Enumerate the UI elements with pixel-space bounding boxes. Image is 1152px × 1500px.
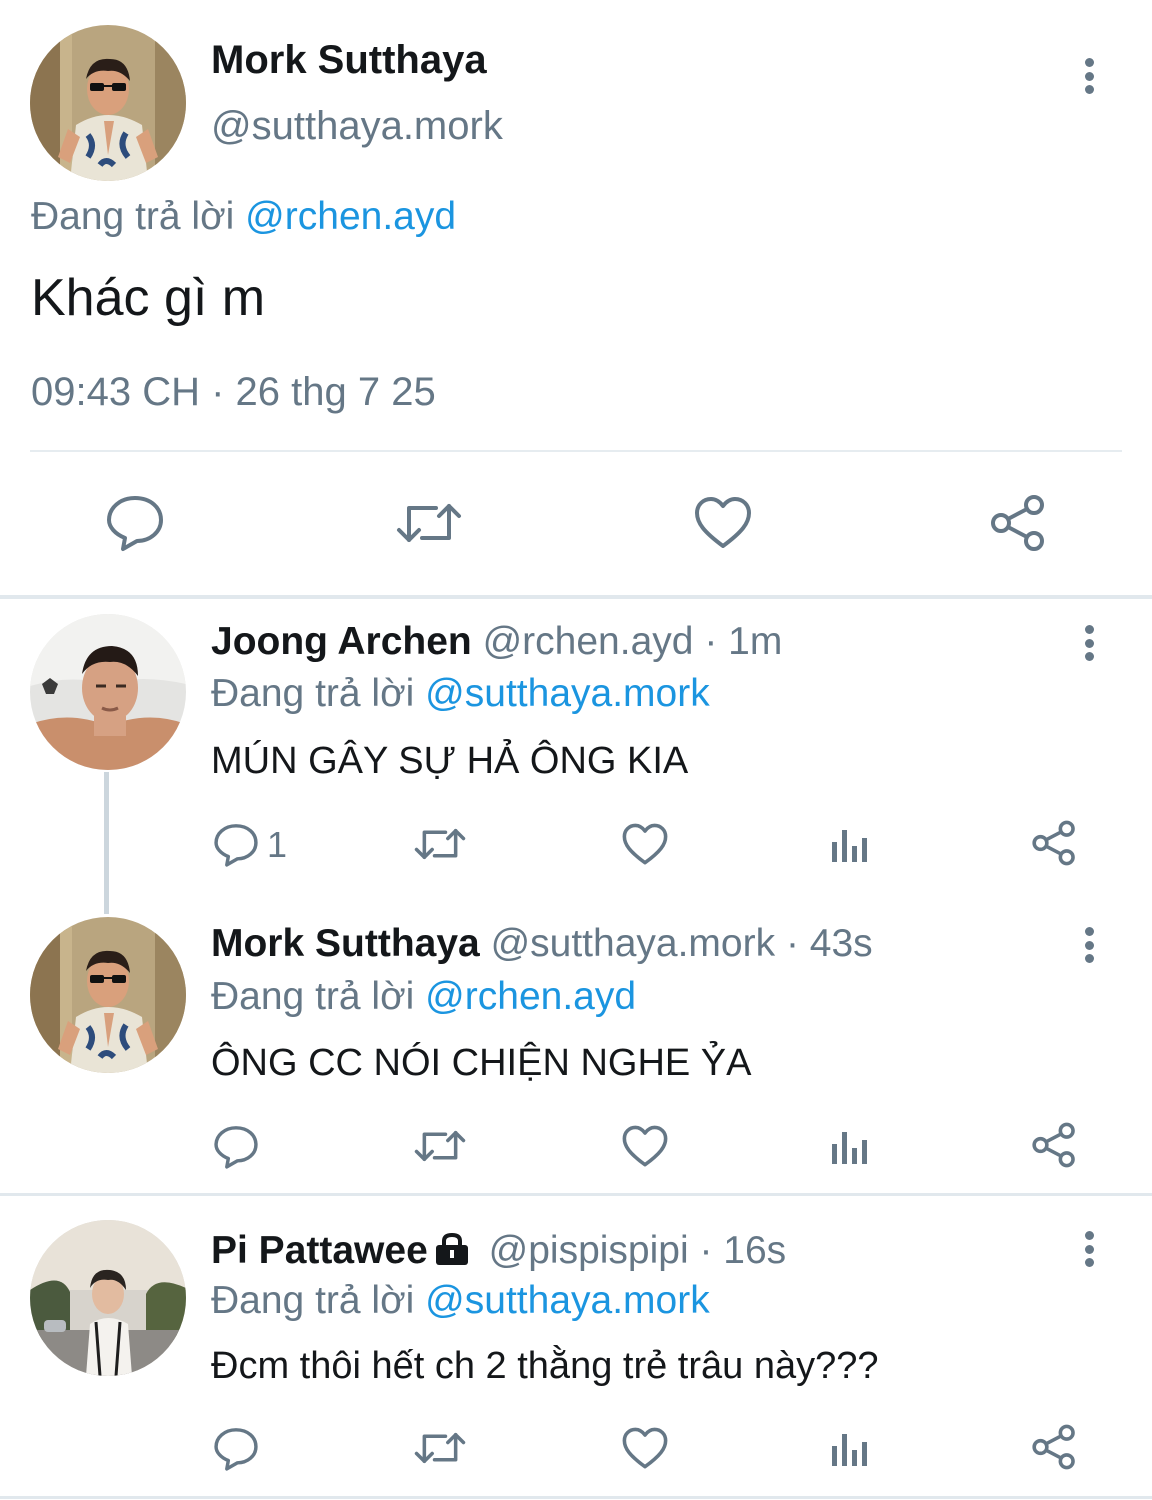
replying-prefix: Đang trả lời xyxy=(211,672,415,715)
share-icon xyxy=(1032,1424,1075,1470)
reply-time: · 43s xyxy=(785,922,873,965)
share-icon xyxy=(1032,1122,1075,1168)
like-button[interactable] xyxy=(622,823,668,866)
author-handle[interactable]: @sutthaya.mork xyxy=(211,104,503,149)
reply-header: Mork Sutthaya @sutthaya.mork · 43s xyxy=(211,922,873,966)
replying-to: Đang trả lời @sutthaya.mork xyxy=(211,672,710,716)
more-options-icon[interactable] xyxy=(1074,923,1104,967)
share-icon xyxy=(991,495,1044,551)
tweet-timestamp[interactable]: 09:43 CH · 26 thg 7 25 xyxy=(31,370,436,415)
retweet-button[interactable] xyxy=(396,500,462,546)
lock-icon xyxy=(435,1232,468,1265)
replying-to: Đang trả lời @sutthaya.mork xyxy=(211,1279,710,1323)
more-options-icon[interactable] xyxy=(1074,54,1104,98)
reply-icon xyxy=(214,824,258,867)
reply-icon xyxy=(107,496,163,551)
heart-icon xyxy=(622,1125,668,1167)
thread-connector xyxy=(104,772,109,914)
reply-count: 1 xyxy=(267,824,288,865)
mention-link[interactable]: @sutthaya.mork xyxy=(425,672,710,715)
heart-icon xyxy=(622,1427,668,1469)
author-handle[interactable]: @rchen.ayd xyxy=(483,620,694,663)
replying-to: Đang trả lời @rchen.ayd xyxy=(31,195,456,239)
reply-button[interactable]: 1 xyxy=(213,822,287,868)
retweet-icon xyxy=(414,1432,466,1464)
main-tweet: Mork Sutthaya @sutthaya.mork Đang trả lờ… xyxy=(0,0,1152,596)
author-name[interactable]: Joong Archen xyxy=(211,620,472,663)
analytics-icon xyxy=(832,1132,867,1164)
replying-prefix: Đang trả lời xyxy=(31,195,235,238)
share-button[interactable] xyxy=(1031,1122,1077,1168)
analytics-button[interactable] xyxy=(829,1128,869,1166)
mention-link[interactable]: @sutthaya.mork xyxy=(425,1279,710,1322)
analytics-button[interactable] xyxy=(829,826,869,864)
retweet-button[interactable] xyxy=(414,1430,466,1466)
analytics-icon xyxy=(832,830,867,862)
share-button[interactable] xyxy=(989,494,1047,552)
reply-button[interactable] xyxy=(105,494,165,552)
reply-button[interactable] xyxy=(213,1124,259,1170)
author-name[interactable]: Pi Pattawee xyxy=(211,1229,428,1272)
analytics-icon xyxy=(832,1434,867,1466)
section-separator xyxy=(0,595,1152,599)
author-handle[interactable]: @sutthaya.mork xyxy=(491,922,776,965)
replying-prefix: Đang trả lời xyxy=(211,1279,415,1322)
avatar-mork[interactable] xyxy=(30,25,186,181)
reply-header: Joong Archen @rchen.ayd · 1m xyxy=(211,620,782,664)
reply-button[interactable] xyxy=(213,1426,259,1472)
more-options-icon[interactable] xyxy=(1074,1227,1104,1271)
retweet-icon xyxy=(414,1130,466,1162)
reply-time: · 16s xyxy=(699,1229,787,1272)
reply-text: MÚN GÂY SỰ HẢ ÔNG KIA xyxy=(211,740,689,782)
heart-icon xyxy=(622,823,668,865)
section-separator xyxy=(0,1193,1152,1196)
like-button[interactable] xyxy=(694,496,752,550)
avatar-mork[interactable] xyxy=(30,917,186,1073)
like-button[interactable] xyxy=(622,1125,668,1168)
avatar-pi[interactable] xyxy=(30,1220,186,1376)
replying-to: Đang trả lời @rchen.ayd xyxy=(211,975,636,1019)
more-options-icon[interactable] xyxy=(1074,621,1104,665)
reply-text: Đcm thôi hết ch 2 thằng trẻ trâu này??? xyxy=(211,1345,879,1387)
share-button[interactable] xyxy=(1031,1424,1077,1470)
retweet-button[interactable] xyxy=(414,826,466,862)
retweet-icon xyxy=(414,828,466,860)
heart-icon xyxy=(695,497,751,548)
like-button[interactable] xyxy=(622,1427,668,1470)
divider xyxy=(30,450,1122,452)
share-button[interactable] xyxy=(1031,820,1077,866)
reply-header: Pi Pattawee @pispispipi · 16s xyxy=(211,1229,786,1273)
author-name[interactable]: Mork Sutthaya xyxy=(211,922,480,965)
replying-prefix: Đang trả lời xyxy=(211,975,415,1018)
share-icon xyxy=(1032,820,1075,866)
author-handle[interactable]: @pispispipi xyxy=(489,1229,689,1272)
tweet-text: Khác gì m xyxy=(31,269,266,327)
retweet-icon xyxy=(397,504,461,542)
reply-icon xyxy=(214,1126,258,1169)
author-name[interactable]: Mork Sutthaya xyxy=(211,38,487,83)
mention-link[interactable]: @rchen.ayd xyxy=(245,195,456,238)
reply-text: ÔNG CC NÓI CHIỆN NGHE ỶA xyxy=(211,1042,752,1084)
retweet-button[interactable] xyxy=(414,1128,466,1164)
section-separator xyxy=(0,1496,1152,1499)
analytics-button[interactable] xyxy=(829,1430,869,1468)
mention-link[interactable]: @rchen.ayd xyxy=(425,975,636,1018)
reply-icon xyxy=(214,1428,258,1471)
avatar-joong[interactable] xyxy=(30,614,186,770)
reply-time: · 1m xyxy=(704,620,783,663)
